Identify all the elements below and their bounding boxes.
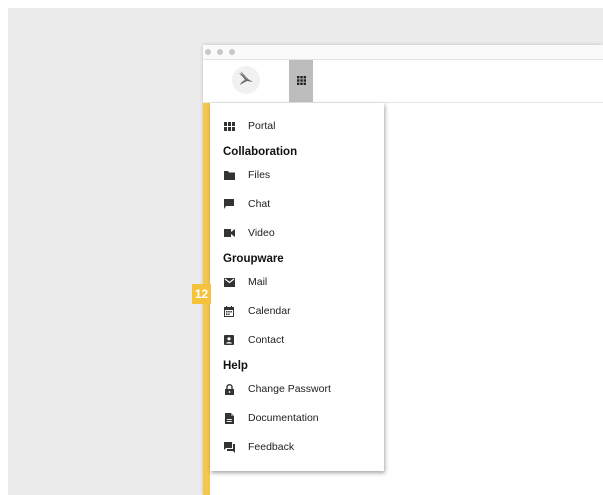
section-heading-help: Help — [223, 360, 248, 372]
menu-item-label: Calendar — [248, 305, 291, 317]
window-maximize-dot[interactable] — [229, 49, 235, 55]
menu-item-contact[interactable]: Contact — [210, 327, 384, 353]
menu-item-label: Video — [248, 227, 275, 239]
menu-item-portal[interactable]: Portal — [210, 113, 384, 139]
lock-icon — [223, 383, 235, 395]
grid-icon — [296, 72, 306, 90]
window-close-dot[interactable] — [205, 49, 211, 55]
menu-item-label: Files — [248, 169, 271, 181]
menu-item-label: Documentation — [248, 412, 319, 424]
menu-item-chat[interactable]: Chat — [210, 191, 384, 217]
menu-item-calendar[interactable]: Calendar — [210, 298, 384, 324]
menu-item-label: Feedback — [248, 441, 295, 453]
menu-item-label: Mail — [248, 276, 268, 288]
feedback-icon — [223, 441, 235, 453]
menu-item-label: Change Passwort — [248, 383, 331, 395]
menu-item-files[interactable]: Files — [210, 162, 384, 188]
step-number-badge: 12 — [192, 284, 211, 304]
contact-icon — [223, 334, 235, 346]
menu-item-label: Portal — [248, 120, 276, 132]
menu-item-mail[interactable]: Mail — [210, 269, 384, 295]
mail-icon — [223, 276, 235, 288]
apps-menu-button[interactable] — [289, 60, 313, 102]
menu-item-change-password[interactable]: Change Passwort — [210, 376, 384, 402]
chat-icon — [223, 198, 235, 210]
window-minimize-dot[interactable] — [217, 49, 223, 55]
menu-item-label: Chat — [248, 198, 271, 210]
section-heading-groupware: Groupware — [223, 253, 284, 265]
browser-window: Portal Collaboration Files Chat Video Gr… — [203, 45, 603, 495]
menu-item-label: Contact — [248, 334, 285, 346]
app-header — [203, 60, 603, 103]
calendar-icon — [223, 305, 235, 317]
menu-item-documentation[interactable]: Documentation — [210, 405, 384, 431]
grid-icon — [223, 120, 235, 132]
bird-logo-icon[interactable] — [232, 66, 260, 94]
video-icon — [223, 227, 235, 239]
section-heading-collaboration: Collaboration — [223, 146, 298, 158]
folder-icon — [223, 169, 235, 181]
menu-item-video[interactable]: Video — [210, 220, 384, 246]
document-icon — [223, 412, 235, 424]
window-titlebar — [203, 45, 603, 60]
apps-dropdown-menu: Portal Collaboration Files Chat Video Gr… — [210, 103, 384, 471]
menu-item-feedback[interactable]: Feedback — [210, 434, 384, 460]
